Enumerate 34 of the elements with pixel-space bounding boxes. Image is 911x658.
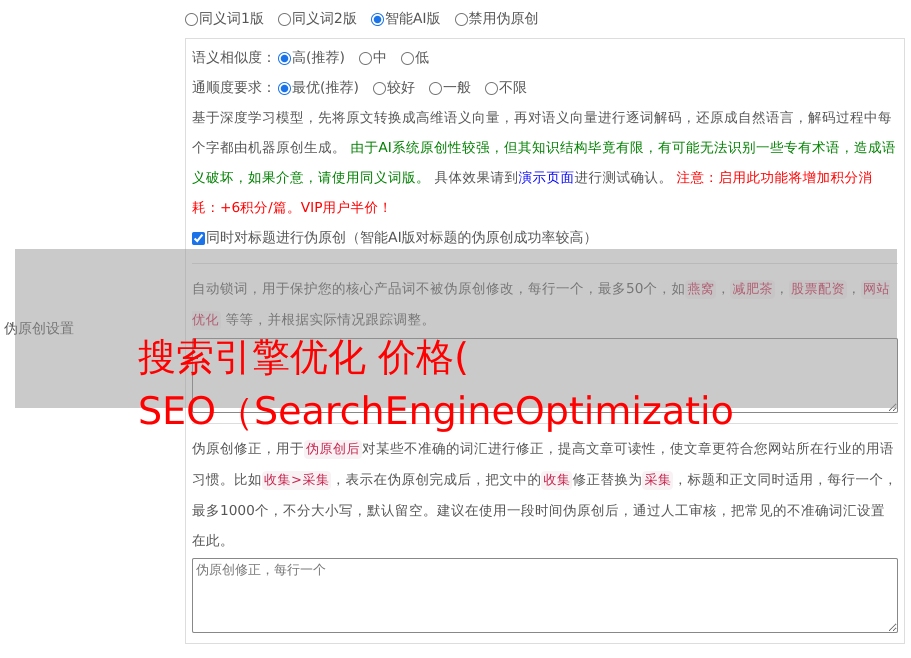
description-text: 自动锁词，用于保护您的核心产品词不被伪原创修改，每行一个，最多50个，如 燕窝，减肥茶，股票配资，网站优化 等等，并根据实际情况跟踪调整。 <box>192 279 891 332</box>
radio-button[interactable] <box>484 82 498 94</box>
option-label[interactable]: 中 <box>372 49 387 67</box>
radio-button[interactable] <box>428 82 442 94</box>
option-label[interactable]: 高(推荐) <box>292 49 345 67</box>
field-label: 语义相似度： <box>192 49 276 67</box>
input-field[interactable]: 伪原创修正，每行一个 <box>192 558 898 633</box>
radio-button[interactable] <box>278 82 291 94</box>
radio-button[interactable] <box>278 12 291 26</box>
option-label[interactable]: 同义词1版 <box>199 10 264 28</box>
overlay-title: SEO（SearchEngineOptimizatio <box>138 388 734 435</box>
checkbox[interactable] <box>192 232 205 244</box>
radio-button[interactable] <box>278 52 291 64</box>
option-label[interactable]: 同义词2版 <box>292 10 357 28</box>
option-label[interactable]: 智能AI版 <box>384 10 441 28</box>
radio-button[interactable] <box>372 82 386 94</box>
radio-button[interactable] <box>400 52 414 64</box>
description-text: 基于深度学习模型，先将原文转换成高维语义向量，再对语义向量进行逐词解码，还原成自然语言，解码过程中每个字都由机器原创生成。 由于AI系统原创性较强，但其知识结构毕竟有限，有可能无法识别一些专有术语，造成语义破坏，如果介意，请使用同义词版。 具体效果请到演示页面进行测试确认。 注意：启用此功能将增加积分消耗：+6积分/篇。VIP用户半价！ <box>192 109 897 218</box>
option-label[interactable]: 禁用伪原创 <box>468 10 539 28</box>
radio-button[interactable] <box>370 12 384 26</box>
demo-page-link[interactable]: 演示页面 <box>518 170 574 186</box>
description-text: 伪原创修正，用于 伪原创后 对某些不准确的词汇进行修正，提高文章可读性，使文章更符合您网站所在行业的用语习惯。比如 收集>采集，表示在伪原创完成后，把文中的 收集 修正替换为 采集，标题和正文同时适用，每行一个，最多1000个，不分大小写，默认留空。建议在使用一段时间伪原创后，通过人工审核，把常见的不准确词汇设置在此。 <box>192 439 898 551</box>
option-label[interactable]: 最优(推荐) <box>292 79 359 97</box>
settings-label: 伪原创设置 <box>4 320 74 338</box>
option-label[interactable]: 一般 <box>442 79 471 97</box>
radio-button[interactable] <box>454 12 468 26</box>
checkbox-label[interactable]: 同时对标题进行伪原创（智能AI版对标题的伪原创成功率较高） <box>206 229 598 247</box>
option-label[interactable]: 低 <box>414 49 429 67</box>
radio-button[interactable] <box>185 12 198 26</box>
field-label: 通顺度要求： <box>192 79 276 97</box>
radio-button[interactable] <box>358 52 372 64</box>
option-label[interactable]: 不限 <box>498 79 527 97</box>
overlay-title: 搜索引擎优化 价格( <box>138 334 469 381</box>
option-label[interactable]: 较好 <box>386 79 415 97</box>
